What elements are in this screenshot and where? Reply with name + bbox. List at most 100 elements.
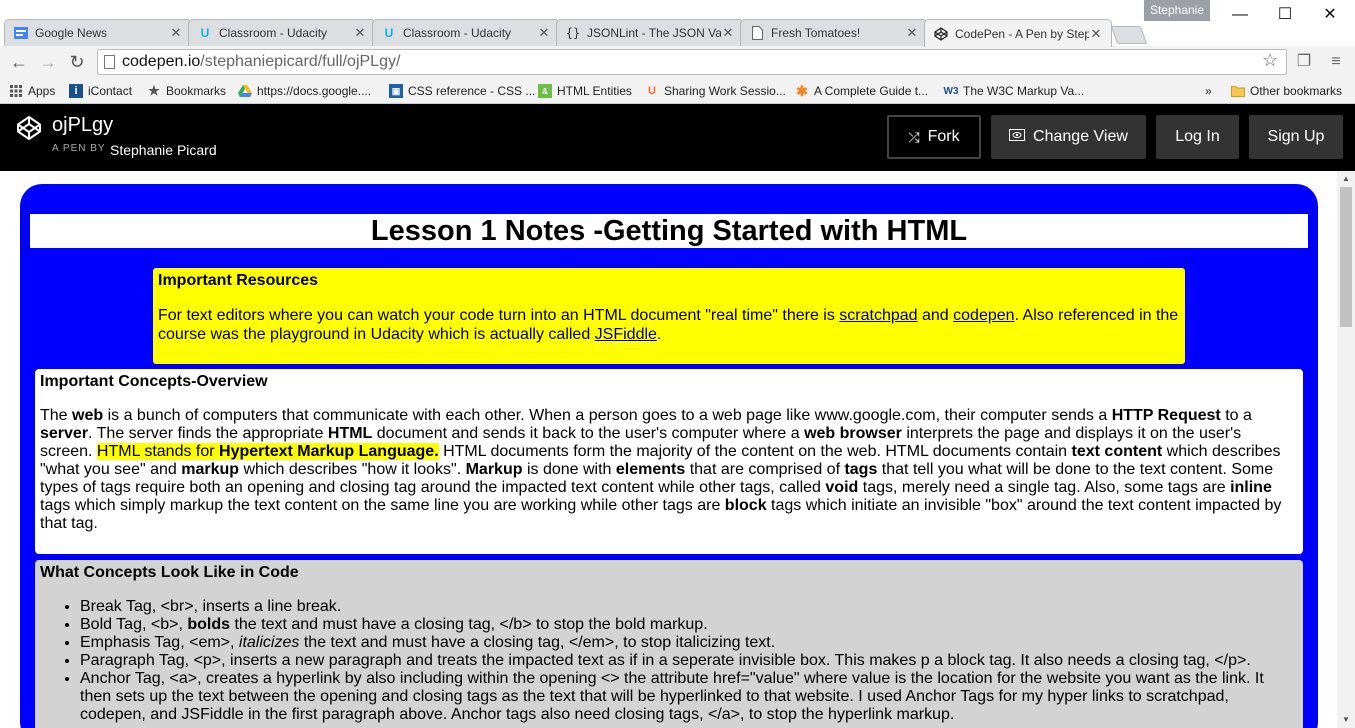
- close-tab-icon[interactable]: ✕: [537, 25, 551, 41]
- tab-jsonlint[interactable]: {} JSONLint - The JSON Vali ✕: [556, 19, 744, 46]
- bookmark-other[interactable]: Other bookmarks: [1231, 82, 1342, 100]
- list-item: Break Tag, <br>, inserts a line break.: [80, 598, 1298, 616]
- code-concepts-box: What Concepts Look Like in Code Break Ta…: [35, 560, 1303, 728]
- list-item: Anchor Tag, <a>, creates a hyperlink by …: [80, 670, 1298, 724]
- url-path: /stephaniepicard/full/ojPLgy/: [200, 53, 401, 70]
- pen-by-label: A PEN BY: [52, 143, 106, 154]
- bookmark-html-entities[interactable]: & HTML Entities: [538, 82, 632, 100]
- tab-udacity-1[interactable]: U Classroom - Udacity ✕: [188, 19, 376, 46]
- tab-label: Classroom - Udacity: [219, 26, 328, 40]
- bookmark-sharing-work[interactable]: U Sharing Work Sessio...: [645, 82, 786, 100]
- fork-button[interactable]: ⤮ Fork: [887, 115, 981, 159]
- pen-preview: Lesson 1 Notes -Getting Started with HTM…: [0, 171, 1337, 728]
- fork-label: Fork: [927, 128, 960, 145]
- change-view-label: Change View: [1033, 128, 1128, 145]
- page-info-icon[interactable]: [104, 55, 115, 69]
- extension-icon[interactable]: ❐: [1293, 50, 1315, 74]
- tag-list: Break Tag, <br>, inserts a line break. B…: [40, 598, 1298, 724]
- bookmark-apps[interactable]: Apps: [9, 82, 55, 100]
- profile-badge[interactable]: Stephanie: [1144, 0, 1210, 21]
- resources-text: For text editors where you can watch you…: [158, 307, 1179, 343]
- bookmark-label: Apps: [28, 84, 56, 98]
- folder-icon: [1231, 84, 1245, 98]
- eye-icon: [1009, 128, 1026, 146]
- bookmark-icontact[interactable]: i iContact: [69, 82, 132, 100]
- code-concepts-heading: What Concepts Look Like in Code: [40, 564, 299, 581]
- bookmark-label: Sharing Work Sessio...: [664, 84, 786, 98]
- tab-label: JSONLint - The JSON Vali: [587, 26, 721, 40]
- list-item: Emphasis Tag, <em>, italicizes the text …: [80, 634, 1298, 652]
- browser-toolbar: ← → ↻ codepen.io/stephaniepicard/full/oj…: [0, 46, 1355, 78]
- bookmark-label: Bookmarks: [166, 84, 227, 98]
- bookmark-google-docs[interactable]: https://docs.google....: [238, 82, 371, 100]
- page-scrollbar[interactable]: ▲ ▼: [1337, 171, 1355, 728]
- reload-icon[interactable]: ↻: [65, 50, 89, 74]
- google-drive-icon: [238, 84, 252, 98]
- mdn-icon: ▣: [389, 84, 403, 98]
- close-tab-icon[interactable]: ✕: [169, 25, 183, 41]
- maximize-icon[interactable]: ☐: [1262, 0, 1308, 30]
- tab-label: CodePen - A Pen by Steph: [955, 26, 1089, 41]
- bookmark-label: HTML Entities: [557, 84, 632, 98]
- address-bar[interactable]: codepen.io/stephaniepicard/full/ojPLgy/: [97, 49, 1287, 75]
- close-window-icon[interactable]: ✕: [1307, 0, 1353, 30]
- forward-icon[interactable]: →: [36, 50, 60, 74]
- tab-strip: Google News ✕ U Classroom - Udacity ✕ U …: [4, 19, 1148, 47]
- pen-author-link[interactable]: Stephanie Picard: [110, 142, 217, 158]
- overview-text: The web is a bunch of computers that com…: [40, 407, 1282, 532]
- login-button[interactable]: Log In: [1156, 115, 1239, 159]
- bookmarks-overflow-button[interactable]: »: [1205, 82, 1212, 100]
- close-tab-icon[interactable]: ✕: [1089, 26, 1103, 42]
- close-tab-icon[interactable]: ✕: [353, 25, 367, 41]
- udacity-icon: U: [200, 26, 210, 40]
- bookmarks-bar: Apps i iContact ★ Bookmarks https://docs…: [0, 78, 1355, 104]
- bookmark-label: CSS reference - CSS ...: [408, 84, 536, 98]
- tab-google-news[interactable]: Google News ✕: [4, 19, 192, 46]
- back-icon[interactable]: ←: [7, 50, 31, 74]
- udacity-icon: U: [648, 85, 656, 97]
- jsfiddle-link[interactable]: JSFiddle: [595, 326, 657, 343]
- codepen-logo-icon[interactable]: [16, 115, 42, 141]
- codepen-link[interactable]: codepen: [953, 307, 1014, 324]
- new-tab-button[interactable]: [1110, 26, 1148, 44]
- close-tab-icon[interactable]: ✕: [721, 25, 735, 41]
- pen-title: ojPLgy: [52, 114, 114, 136]
- bookmark-css-reference[interactable]: ▣ CSS reference - CSS ...: [389, 82, 535, 100]
- tab-udacity-2[interactable]: U Classroom - Udacity ✕: [372, 19, 560, 46]
- overview-heading: Important Concepts-Overview: [40, 373, 268, 390]
- list-item: Bold Tag, <b>, bolds the text and must h…: [80, 616, 1298, 634]
- bookmark-w3c-validator[interactable]: W3 The W3C Markup Va...: [944, 82, 1085, 100]
- signup-button[interactable]: Sign Up: [1249, 115, 1343, 159]
- browser-titlebar: Google News ✕ U Classroom - Udacity ✕ U …: [0, 0, 1355, 47]
- page-title: Lesson 1 Notes -Getting Started with HTM…: [30, 214, 1308, 248]
- apps-grid-icon: [9, 84, 23, 98]
- resources-box: Important Resources For text editors whe…: [153, 268, 1185, 364]
- scroll-down-icon[interactable]: ▼: [1337, 712, 1355, 728]
- highlighted-text: HTML stands for Hypertext Markup Languag…: [96, 443, 439, 460]
- udacity-icon: U: [384, 26, 394, 40]
- star-icon: ★: [148, 83, 160, 98]
- change-view-button[interactable]: Change View: [991, 115, 1146, 159]
- bookmark-label: The W3C Markup Va...: [963, 84, 1085, 98]
- google-news-icon: [13, 25, 29, 41]
- css-tricks-icon: ✱: [796, 82, 808, 99]
- menu-icon[interactable]: ≡: [1325, 50, 1347, 74]
- tab-fresh-tomatoes[interactable]: Fresh Tomatoes! ✕: [740, 19, 928, 46]
- bookmark-label: https://docs.google....: [257, 84, 372, 98]
- notes-container: Lesson 1 Notes -Getting Started with HTM…: [20, 184, 1318, 728]
- bookmark-label: Other bookmarks: [1250, 84, 1343, 98]
- scroll-up-icon[interactable]: ▲: [1337, 171, 1355, 187]
- tab-codepen[interactable]: CodePen - A Pen by Steph ✕: [924, 19, 1112, 47]
- bookmark-bookmarks[interactable]: ★ Bookmarks: [147, 82, 226, 100]
- page-icon: [749, 25, 765, 41]
- resources-heading: Important Resources: [158, 272, 319, 289]
- html-entities-icon: &: [538, 84, 552, 98]
- bookmark-complete-guide[interactable]: ✱ A Complete Guide t...: [795, 82, 928, 100]
- bookmark-star-icon[interactable]: ☆: [1262, 50, 1278, 71]
- tab-label: Fresh Tomatoes!: [771, 26, 861, 40]
- minimize-icon[interactable]: —: [1217, 0, 1263, 30]
- scrollbar-thumb[interactable]: [1340, 187, 1352, 327]
- close-tab-icon[interactable]: ✕: [905, 25, 919, 41]
- bookmark-label: A Complete Guide t...: [814, 84, 929, 98]
- scratchpad-link[interactable]: scratchpad: [839, 307, 917, 324]
